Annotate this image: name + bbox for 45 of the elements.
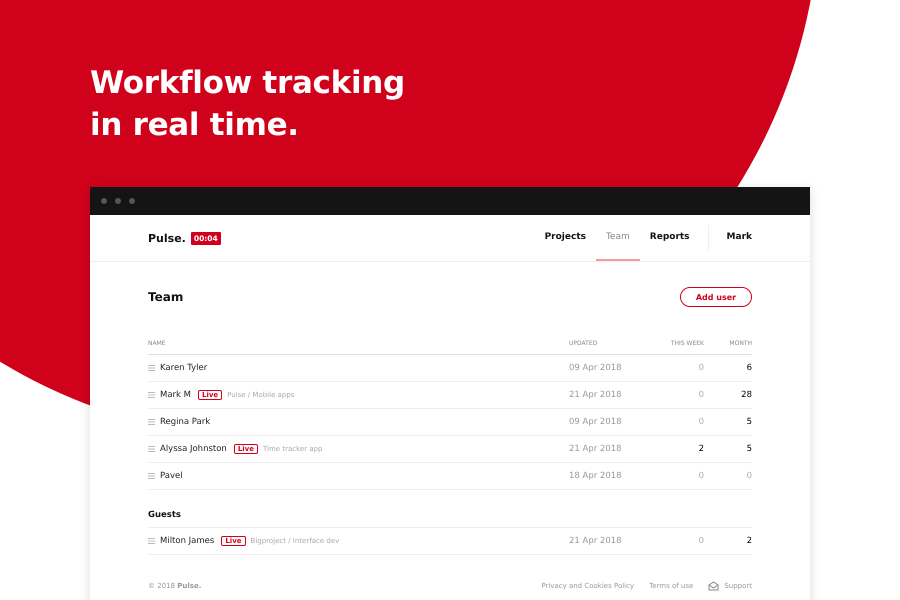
drag-handle-icon[interactable] [148,365,155,371]
drag-handle-icon[interactable] [148,446,155,452]
member-name: Mark M [160,390,191,400]
headline: Workflow tracking [90,64,406,103]
month-count: 6 [746,363,752,373]
week-count: 0 [698,390,704,400]
envelope-icon [708,581,720,591]
week-count: 0 [698,363,704,373]
updated-date: 21 Apr 2018 [569,444,623,454]
section-title: Guests [148,490,752,528]
member-name: Pavel [160,471,183,481]
member-name: Alyssa Johnston [160,444,227,454]
table-row[interactable]: Regina Park 09 Apr 2018 0 5 [148,409,752,436]
updated-date: 09 Apr 2018 [569,363,623,373]
month-count: 5 [746,444,752,454]
headline: in real time. [90,106,300,145]
brand-logo[interactable]: Pulse. [148,232,186,244]
updated-date: 09 Apr 2018 [569,417,623,427]
member-name: Regina Park [160,417,210,427]
drag-handle-icon[interactable] [148,392,155,398]
window-dots-icon [101,198,135,204]
week-count: 0 [698,471,704,481]
week-count: 2 [698,444,704,454]
member-name: Karen Tyler [160,363,208,373]
page-title: Team [148,290,184,304]
member-name: Milton James [160,536,214,546]
month-count: 28 [740,390,752,400]
table-row[interactable]: Karen Tyler 09 Apr 2018 0 6 [148,355,752,382]
month-count: 5 [746,417,752,427]
add-user-button[interactable]: Add user [680,287,752,307]
nav-tab[interactable]: Team [596,215,640,261]
updated-date: 21 Apr 2018 [569,536,623,546]
drag-handle-icon[interactable] [148,419,155,425]
updated-date: 21 Apr 2018 [569,390,623,400]
user-menu[interactable]: Mark [708,215,752,261]
month-count: 2 [746,536,752,546]
nav-tab[interactable]: Projects [534,215,596,261]
updated-date: 18 Apr 2018 [569,471,623,481]
week-count: 0 [698,417,704,427]
week-count: 0 [698,536,704,546]
table-row[interactable]: Pavel 18 Apr 2018 0 0 [148,463,752,490]
nav-tab[interactable]: Reports [640,215,700,261]
drag-handle-icon[interactable] [148,473,155,479]
month-count: 0 [746,471,752,481]
drag-handle-icon[interactable] [148,538,155,544]
